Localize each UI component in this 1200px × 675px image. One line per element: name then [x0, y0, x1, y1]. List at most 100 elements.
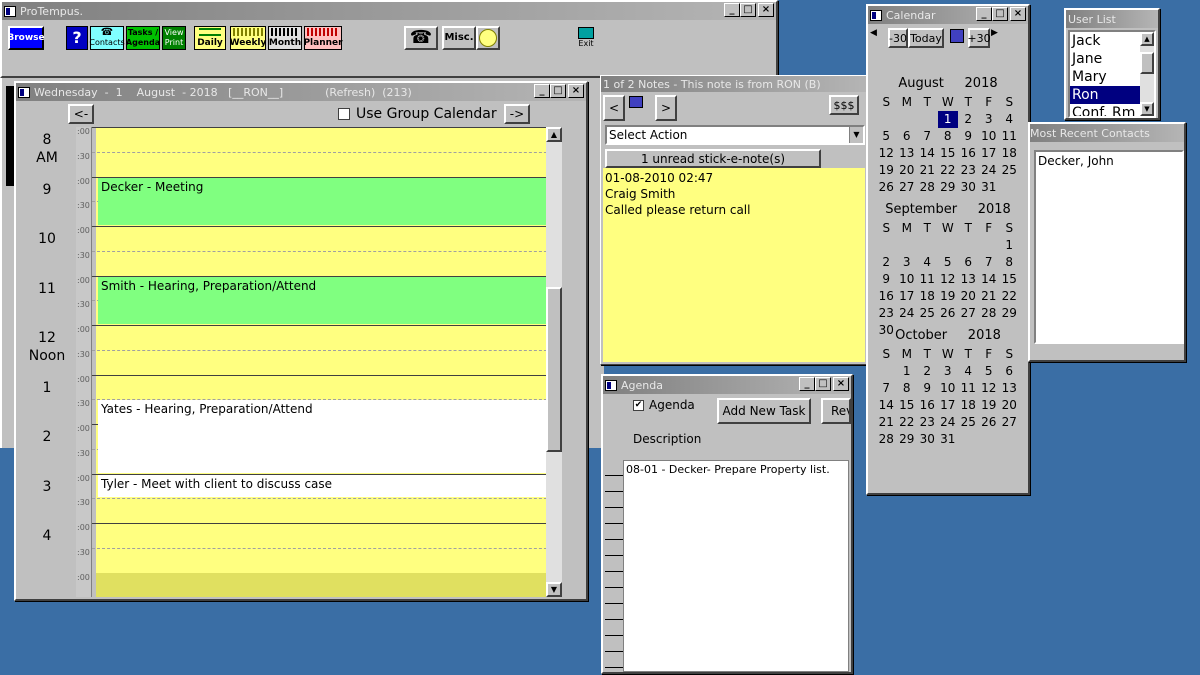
calendar-day[interactable]: 16 — [958, 145, 979, 162]
maximize-button[interactable]: □ — [740, 3, 756, 17]
calendar-day[interactable]: 26 — [979, 414, 1000, 431]
agenda-item[interactable]: 08-01 - Decker- Prepare Property list. — [626, 463, 846, 476]
calendar-day[interactable]: 31 — [979, 179, 1000, 196]
calendar-day[interactable]: 6 — [897, 128, 918, 145]
calendar-day[interactable]: 16 — [876, 288, 897, 305]
notes-titlebar[interactable]: 1 of 2 Notes - This note is from RON (B) — [601, 76, 867, 92]
calendar-titlebar[interactable]: Calendar _ □ × — [868, 6, 1028, 24]
calendar-day[interactable]: 16 — [917, 397, 938, 414]
unread-notes-button[interactable]: 1 unread stick-e-note(s) — [605, 149, 821, 168]
recent-contacts-list[interactable]: Decker, John — [1034, 150, 1184, 344]
day-schedule-grid[interactable]: 8 AM:00:30 9:00:30 10:00:30 11:00:30 12 Noon:0… — [20, 127, 562, 597]
calendar-day[interactable]: 10 — [938, 380, 959, 397]
calendar-day[interactable]: 20 — [999, 397, 1020, 414]
appointment[interactable]: Decker - Meeting — [98, 177, 550, 225]
calendar-day[interactable]: 13 — [999, 380, 1020, 397]
calendar-minimize-button[interactable]: _ — [976, 7, 992, 21]
view-print-button[interactable]: View Print — [162, 26, 186, 50]
browse-button[interactable]: Browse — [7, 26, 45, 50]
next-note-button[interactable]: > — [655, 95, 677, 121]
calendar-day[interactable]: 19 — [876, 162, 897, 179]
agenda-maximize-button[interactable]: □ — [815, 377, 831, 391]
calendar-day[interactable]: 5 — [938, 254, 959, 271]
calendar-day[interactable]: 29 — [938, 179, 959, 196]
calendar-day[interactable]: 28 — [979, 305, 1000, 322]
telephone-button[interactable]: ☎ — [404, 26, 438, 50]
calendar-day[interactable]: 19 — [938, 288, 959, 305]
calendar-back-icon[interactable]: ◀ — [870, 28, 877, 38]
calendar-day[interactable]: 26 — [876, 179, 897, 196]
calendar-day[interactable]: 28 — [917, 179, 938, 196]
prev-note-button[interactable]: < — [603, 95, 625, 121]
money-button[interactable]: $$$ — [829, 95, 859, 115]
calendar-day[interactable]: 20 — [897, 162, 918, 179]
today-button[interactable]: Today — [908, 28, 944, 48]
user-scroll-thumb[interactable] — [1140, 52, 1154, 74]
main-titlebar[interactable]: ProTempus. _ □ × — [2, 2, 776, 20]
scroll-thumb[interactable] — [546, 287, 562, 452]
calendar-day[interactable]: 17 — [938, 397, 959, 414]
note-body[interactable]: 01-08-2010 02:47 Craig Smith Called plea… — [603, 168, 865, 362]
calendar-day[interactable]: 7 — [917, 128, 938, 145]
calendar-day[interactable]: 29 — [897, 431, 918, 448]
recent-contacts-titlebar[interactable]: Most Recent Contacts — [1030, 124, 1184, 142]
calendar-day[interactable]: 15 — [999, 271, 1020, 288]
next-day-button[interactable]: -> — [504, 104, 530, 124]
calendar-day[interactable]: 2 — [876, 254, 897, 271]
calendar-day[interactable]: 29 — [999, 305, 1020, 322]
calendar-day[interactable]: 30 — [958, 179, 979, 196]
user-list-item[interactable]: Conf. Rm — [1070, 104, 1140, 116]
day-view-titlebar[interactable]: Wednesday - 1 August - 2018 [__RON__] (R… — [16, 83, 586, 101]
calendar-day[interactable]: 22 — [897, 414, 918, 431]
calendar-day[interactable]: 11 — [958, 380, 979, 397]
calendar-day[interactable]: 12 — [876, 145, 897, 162]
calendar-day[interactable]: 1 — [999, 237, 1020, 254]
calendar-day[interactable]: 3 — [979, 111, 1000, 128]
contact-item[interactable]: Decker, John — [1038, 154, 1180, 168]
chevron-down-icon[interactable]: ▼ — [849, 127, 863, 143]
calendar-day[interactable]: 25 — [958, 414, 979, 431]
calendar-picker-icon[interactable] — [950, 29, 964, 43]
calendar-day[interactable]: 9 — [917, 380, 938, 397]
appointment[interactable]: Smith - Hearing, Preparation/Attend — [98, 276, 550, 324]
group-calendar-checkbox[interactable]: Use Group Calendar — [338, 106, 497, 122]
agenda-list[interactable]: 08-01 - Decker- Prepare Property list. — [623, 460, 849, 672]
calendar-day[interactable]: 24 — [938, 414, 959, 431]
calendar-day[interactable]: 3 — [897, 254, 918, 271]
calendar-day[interactable]: 12 — [938, 271, 959, 288]
calendar-day[interactable]: 6 — [999, 363, 1020, 380]
calendar-day[interactable]: 24 — [897, 305, 918, 322]
calendar-day[interactable]: 27 — [999, 414, 1020, 431]
calendar-day[interactable]: 4 — [958, 363, 979, 380]
calendar-day[interactable]: 21 — [917, 162, 938, 179]
calendar-day[interactable]: 14 — [876, 397, 897, 414]
prev-day-button[interactable]: <- — [68, 104, 94, 124]
user-list-item[interactable]: Mary — [1070, 68, 1140, 86]
day-view-maximize-button[interactable]: □ — [550, 84, 566, 98]
calendar-day[interactable]: 9 — [958, 128, 979, 145]
calendar-day[interactable]: 25 — [999, 162, 1020, 179]
help-button[interactable]: ? — [66, 26, 88, 50]
group-calendar-checkbox-box[interactable] — [338, 108, 350, 120]
scroll-up-button[interactable]: ▲ — [546, 127, 562, 142]
select-action-dropdown[interactable]: Select Action ▼ — [605, 125, 865, 145]
calendar-day[interactable]: 15 — [897, 397, 918, 414]
calendar-day[interactable]: 22 — [999, 288, 1020, 305]
add-new-task-button[interactable]: Add New Task — [717, 398, 811, 424]
calendar-day[interactable]: 18 — [999, 145, 1020, 162]
user-list-titlebar[interactable]: User List — [1066, 10, 1158, 28]
calendar-day[interactable]: 2 — [917, 363, 938, 380]
calendar-day[interactable]: 1 — [897, 363, 918, 380]
appointment[interactable]: Tyler - Meet with client to discuss case — [98, 474, 550, 498]
calendar-day[interactable]: 11 — [999, 128, 1020, 145]
agenda-titlebar[interactable]: Agenda _ □ × — [603, 376, 851, 394]
calendar-day[interactable]: 19 — [979, 397, 1000, 414]
calendar-day[interactable]: 8 — [897, 380, 918, 397]
user-scroll-up-button[interactable]: ▲ — [1140, 32, 1154, 46]
calendar-day[interactable]: 6 — [958, 254, 979, 271]
calendar-day[interactable]: 5 — [876, 128, 897, 145]
appointment[interactable]: Yates - Hearing, Preparation/Attend — [98, 400, 550, 473]
calendar-day[interactable]: 10 — [979, 128, 1000, 145]
calendar-day[interactable]: 18 — [917, 288, 938, 305]
user-list-box[interactable]: Jack Jane Mary Ron Conf. Rm ▲ ▼ — [1068, 30, 1156, 118]
